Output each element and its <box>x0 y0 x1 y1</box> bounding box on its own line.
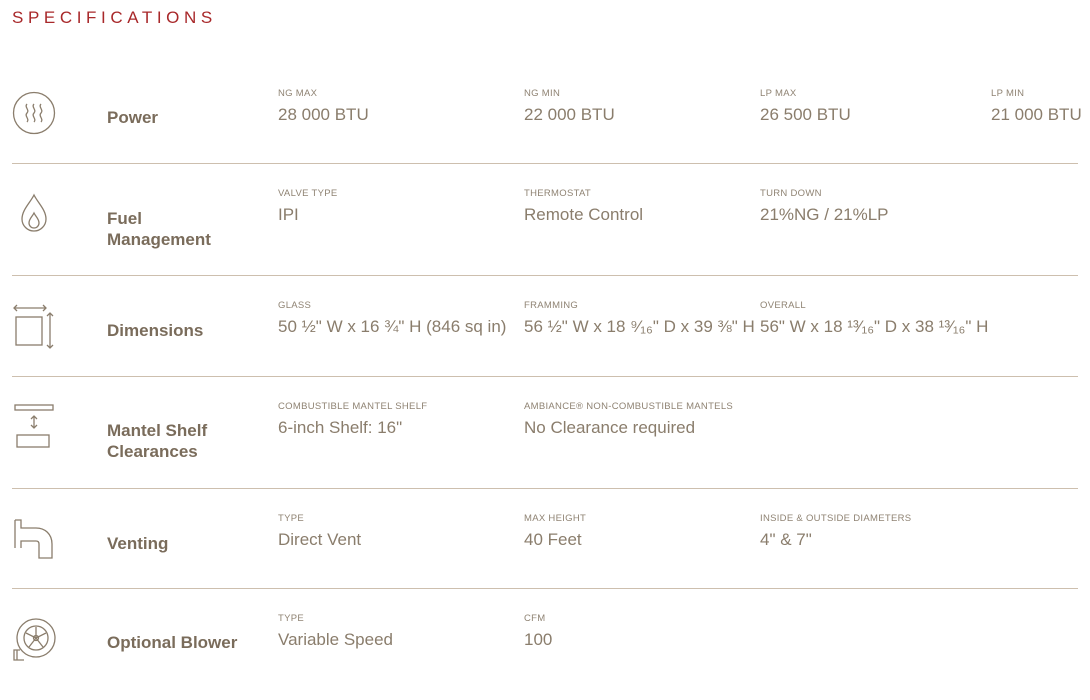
spec-field-turn-down: TURN DOWN 21%NG / 21%LP <box>760 188 889 225</box>
spec-label-venting: Venting <box>107 533 168 554</box>
spec-label-line: Mantel Shelf <box>107 421 208 440</box>
spec-label-line: Clearances <box>107 442 198 461</box>
flame-drop-icon <box>12 191 56 235</box>
field-caption: LP MAX <box>760 88 797 99</box>
heat-waves-icon <box>12 91 56 135</box>
spec-label-line: Optional Blower <box>107 633 238 652</box>
spec-field-glass: GLASS 50 ½" W x 16 ¾" H (846 sq in) <box>278 300 506 337</box>
field-value: 56" W x 18 ¹³⁄₁₆" D x 38 ¹³⁄₁₆" H <box>760 317 989 336</box>
field-value: 21%NG / 21%LP <box>760 205 889 224</box>
field-caption: MAX HEIGHT <box>524 513 587 524</box>
row-divider <box>12 376 1078 377</box>
field-value: 40 Feet <box>524 530 582 549</box>
blower-fan-icon <box>12 617 56 661</box>
spec-field-framming: FRAMMING 56 ½" W x 18 ⁹⁄₁₆" D x 39 ⅜" H <box>524 300 755 337</box>
field-caption: NG MIN <box>524 88 561 99</box>
spec-label-line: Power <box>107 108 159 127</box>
field-value: 56 ½" W x 18 ⁹⁄₁₆" D x 39 ⅜" H <box>524 317 755 336</box>
spec-row-venting: Venting TYPE Direct Vent MAX HEIGHT 40 F… <box>12 513 1078 573</box>
spec-field-lp-max: LP MAX 26 500 BTU <box>760 88 851 125</box>
field-value: No Clearance required <box>524 418 696 437</box>
spec-label-dimensions: Dimensions <box>107 320 203 341</box>
field-caption: THERMOSTAT <box>524 188 592 199</box>
spec-row-dimensions: Dimensions GLASS 50 ½" W x 16 ¾" H (846 … <box>12 300 1078 360</box>
field-value: 100 <box>524 630 553 649</box>
field-value: 6-inch Shelf: 16" <box>278 418 403 437</box>
mantel-clearance-icon <box>12 404 56 448</box>
field-caption: COMBUSTIBLE MANTEL SHELF <box>278 401 428 412</box>
spec-label-line: Management <box>107 230 211 249</box>
spec-field-valve-type: VALVE TYPE IPI <box>278 188 338 225</box>
field-caption: TYPE <box>278 513 305 524</box>
vent-pipe-icon <box>12 518 56 562</box>
spec-label-mantel-shelf-clearances: Mantel Shelf Clearances <box>107 420 207 462</box>
spec-label-fuel-management: Fuel Management <box>107 208 211 250</box>
spec-field-non-combustible-mantels: AMBIANCE® NON-COMBUSTIBLE MANTELS No Cle… <box>524 401 733 438</box>
spec-field-overall: OVERALL 56" W x 18 ¹³⁄₁₆" D x 38 ¹³⁄₁₆" … <box>760 300 988 337</box>
spec-field-blower-type: TYPE Variable Speed <box>278 613 393 650</box>
field-value: Variable Speed <box>278 630 393 649</box>
field-caption: VALVE TYPE <box>278 188 338 199</box>
field-value: 4" & 7" <box>760 530 812 549</box>
page-title: SPECIFICATIONS <box>12 8 217 27</box>
spec-field-diameters: INSIDE & OUTSIDE DIAMETERS 4" & 7" <box>760 513 911 550</box>
field-caption: LP MIN <box>991 88 1025 99</box>
row-divider <box>12 588 1078 589</box>
field-value: 21 000 BTU <box>991 105 1082 124</box>
spec-label-line: Dimensions <box>107 321 204 340</box>
spec-field-ng-max: NG MAX 28 000 BTU <box>278 88 369 125</box>
spec-label-optional-blower: Optional Blower <box>107 632 237 653</box>
field-caption: INSIDE & OUTSIDE DIAMETERS <box>760 513 912 524</box>
field-caption: NG MAX <box>278 88 318 99</box>
dimensions-icon <box>12 304 56 349</box>
field-value: 50 ½" W x 16 ¾" H (846 sq in) <box>278 317 507 336</box>
field-caption: FRAMMING <box>524 300 579 311</box>
field-value: 26 500 BTU <box>760 105 851 124</box>
spec-field-combustible-mantel-shelf: COMBUSTIBLE MANTEL SHELF 6-inch Shelf: 1… <box>278 401 427 438</box>
spec-row-fuel-management: Fuel Management VALVE TYPE IPI THERMOSTA… <box>12 188 1078 258</box>
spec-row-optional-blower: Optional Blower TYPE Variable Speed CFM … <box>12 613 1078 673</box>
field-caption: GLASS <box>278 300 312 311</box>
field-value: 28 000 BTU <box>278 105 369 124</box>
spec-row-power: Power NG MAX 28 000 BTU NG MIN 22 000 BT… <box>12 88 1082 148</box>
field-value: IPI <box>278 205 299 224</box>
spec-field-max-height: MAX HEIGHT 40 Feet <box>524 513 586 550</box>
spec-field-ng-min: NG MIN 22 000 BTU <box>524 88 615 125</box>
field-caption: AMBIANCE® NON-COMBUSTIBLE MANTELS <box>524 401 734 412</box>
field-caption: TURN DOWN <box>760 188 822 199</box>
spec-label-line: Venting <box>107 534 169 553</box>
row-divider <box>12 163 1078 164</box>
row-divider <box>12 488 1078 489</box>
spec-field-thermostat: THERMOSTAT Remote Control <box>524 188 643 225</box>
field-value: Direct Vent <box>278 530 362 549</box>
field-caption: OVERALL <box>760 300 806 311</box>
spec-field-vent-type: TYPE Direct Vent <box>278 513 361 550</box>
spec-field-lp-min: LP MIN 21 000 BTU <box>991 88 1082 125</box>
spec-label-line: Fuel <box>107 209 142 228</box>
spec-row-mantel-shelf-clearances: Mantel Shelf Clearances COMBUSTIBLE MANT… <box>12 401 1078 471</box>
field-value: 22 000 BTU <box>524 105 615 124</box>
spec-field-cfm: CFM 100 <box>524 613 552 650</box>
field-caption: TYPE <box>278 613 305 624</box>
row-divider <box>12 275 1078 276</box>
field-value: Remote Control <box>524 205 644 224</box>
spec-label-power: Power <box>107 107 158 128</box>
field-caption: CFM <box>524 613 546 624</box>
